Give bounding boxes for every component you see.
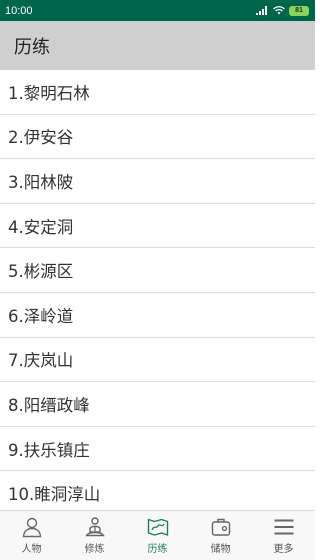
tab-label: 人物 bbox=[21, 544, 42, 555]
bag-icon bbox=[211, 518, 230, 536]
tab-label: 历练 bbox=[147, 544, 168, 555]
bottom-tab-bar: 人物 修炼 历练 储物 更多 bbox=[0, 510, 315, 560]
status-bar: 10:00 81 bbox=[0, 0, 315, 21]
map-icon bbox=[147, 518, 168, 536]
list-item-label: 7.庆岚山 bbox=[8, 351, 74, 371]
tab-character[interactable]: 人物 bbox=[0, 511, 63, 560]
meditate-icon bbox=[84, 517, 105, 537]
page-title: 历练 bbox=[14, 36, 50, 58]
status-icons: 81 bbox=[256, 5, 309, 16]
tab-more[interactable]: 更多 bbox=[252, 511, 315, 560]
tab-label: 更多 bbox=[273, 544, 294, 555]
list-item-label: 4.安定洞 bbox=[8, 217, 74, 237]
location-list: 1.黎明石林 2.伊安谷 3.阳林陂 4.安定洞 5.彬源区 6.泽岭道 7.庆… bbox=[0, 70, 315, 510]
list-item[interactable]: 5.彬源区 bbox=[0, 248, 315, 293]
list-item[interactable]: 10.睢洞淳山 bbox=[0, 471, 315, 510]
tab-experience[interactable]: 历练 bbox=[126, 511, 189, 560]
list-item-label: 1.黎明石林 bbox=[8, 83, 90, 103]
tab-storage[interactable]: 储物 bbox=[189, 511, 252, 560]
list-item[interactable]: 9.扶乐镇庄 bbox=[0, 427, 315, 472]
list-item-label: 8.阳缙政峰 bbox=[8, 395, 90, 415]
list-item-label: 5.彬源区 bbox=[8, 262, 74, 282]
list-item-label: 2.伊安谷 bbox=[8, 128, 74, 148]
menu-icon bbox=[274, 519, 293, 535]
list-item[interactable]: 8.阳缙政峰 bbox=[0, 382, 315, 427]
status-time: 10:00 bbox=[5, 4, 33, 17]
list-item[interactable]: 1.黎明石林 bbox=[0, 70, 315, 115]
list-item[interactable]: 7.庆岚山 bbox=[0, 338, 315, 383]
list-item[interactable]: 2.伊安谷 bbox=[0, 115, 315, 160]
tab-label: 修炼 bbox=[84, 544, 105, 555]
list-item-label: 6.泽岭道 bbox=[8, 306, 74, 326]
wifi-icon bbox=[273, 6, 285, 15]
list-item-label: 10.睢洞淳山 bbox=[8, 485, 101, 505]
battery-icon: 81 bbox=[289, 5, 309, 16]
list-item-label: 9.扶乐镇庄 bbox=[8, 440, 90, 460]
list-item[interactable]: 6.泽岭道 bbox=[0, 293, 315, 338]
tab-label: 储物 bbox=[210, 544, 231, 555]
person-icon bbox=[22, 517, 41, 538]
list-item-label: 3.阳林陂 bbox=[8, 172, 74, 192]
tab-cultivate[interactable]: 修炼 bbox=[63, 511, 126, 560]
signal-icon bbox=[256, 6, 267, 15]
page-header: 历练 bbox=[0, 21, 315, 70]
list-item[interactable]: 3.阳林陂 bbox=[0, 159, 315, 204]
list-item[interactable]: 4.安定洞 bbox=[0, 204, 315, 249]
